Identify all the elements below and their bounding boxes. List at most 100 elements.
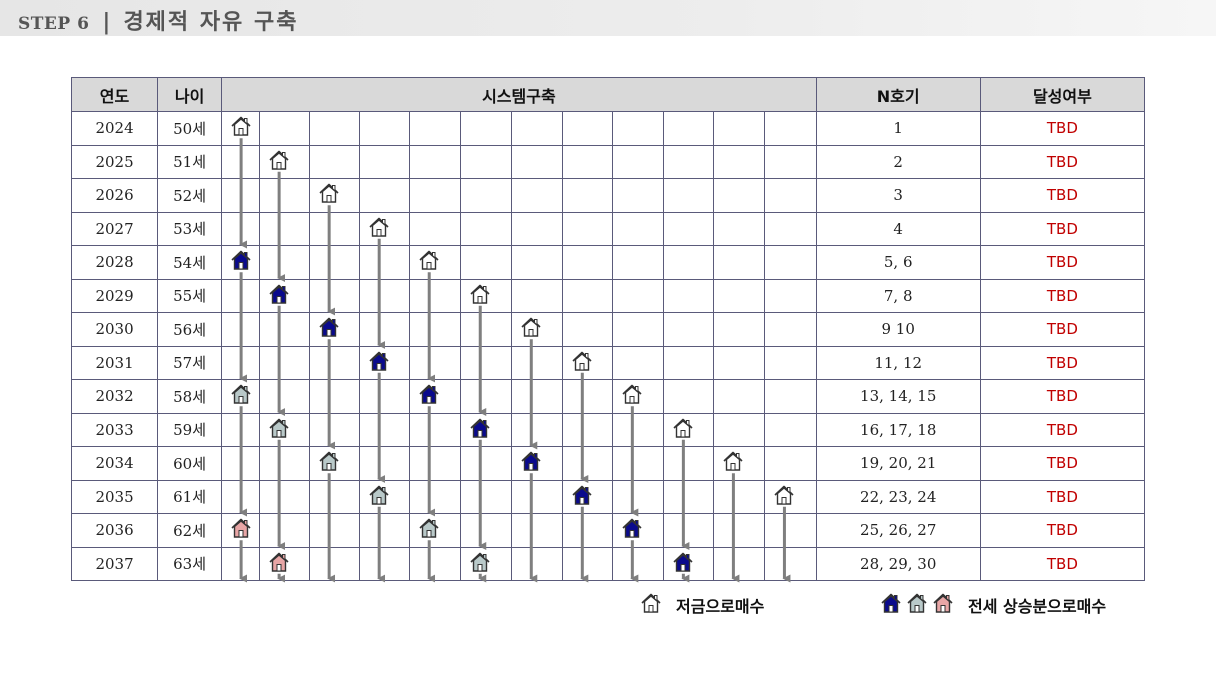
system-cell bbox=[359, 379, 411, 414]
system-cell bbox=[663, 412, 715, 447]
system-cell bbox=[221, 546, 261, 581]
status-cell: TBD bbox=[979, 479, 1146, 514]
year-cell: 2025 bbox=[70, 144, 159, 179]
system-cell bbox=[460, 245, 513, 280]
year-cell: 2030 bbox=[70, 312, 159, 347]
system-cell bbox=[764, 446, 817, 481]
system-cell bbox=[309, 312, 361, 347]
unit-number-cell: 13, 14, 15 bbox=[815, 379, 981, 414]
system-cell bbox=[764, 412, 817, 447]
title-separator: | bbox=[102, 9, 111, 35]
house-blue-icon bbox=[520, 451, 542, 476]
system-cell bbox=[221, 178, 261, 213]
status-cell: TBD bbox=[979, 345, 1146, 380]
age-cell: 59세 bbox=[157, 412, 223, 447]
status-cell: TBD bbox=[979, 312, 1146, 347]
house-outline-icon bbox=[418, 250, 440, 275]
system-cell bbox=[309, 379, 361, 414]
system-cell bbox=[713, 278, 766, 313]
table-row: 2029 55세 7, 8 TBD bbox=[70, 278, 1146, 313]
system-cell bbox=[764, 312, 817, 347]
system-cell bbox=[511, 546, 564, 581]
legend-savings-label: 저금으로매수 bbox=[676, 597, 765, 616]
system-cell bbox=[713, 111, 766, 146]
year-cell: 2026 bbox=[70, 178, 159, 213]
economic-freedom-table: 연도 나이 시스템구축 N호기 달성여부 2024 50세 1 TBD 2025 51세 2… bbox=[70, 77, 1146, 581]
system-cell bbox=[612, 245, 665, 280]
system-cell bbox=[511, 379, 564, 414]
system-cell bbox=[221, 144, 261, 179]
system-cell bbox=[259, 379, 311, 414]
year-cell: 2034 bbox=[70, 446, 159, 481]
system-cell bbox=[409, 211, 462, 246]
system-cell bbox=[460, 446, 513, 481]
table-row: 2031 57세 11, 12 TBD bbox=[70, 345, 1146, 380]
house-blue-icon bbox=[318, 317, 340, 342]
age-cell: 62세 bbox=[157, 513, 223, 548]
system-cell bbox=[511, 144, 564, 179]
system-cell bbox=[409, 412, 462, 447]
unit-number-cell: 19, 20, 21 bbox=[815, 446, 981, 481]
system-cell bbox=[511, 412, 564, 447]
system-cell bbox=[511, 245, 564, 280]
system-cell bbox=[713, 211, 766, 246]
unit-number-cell: 9 10 bbox=[815, 312, 981, 347]
header-age: 나이 bbox=[157, 77, 223, 112]
legend-savings: 저금으로매수 bbox=[640, 592, 764, 618]
age-cell: 61세 bbox=[157, 479, 223, 514]
system-cell bbox=[460, 178, 513, 213]
year-cell: 2037 bbox=[70, 546, 159, 581]
age-cell: 63세 bbox=[157, 546, 223, 581]
system-cell bbox=[309, 412, 361, 447]
house-blue-icon bbox=[621, 518, 643, 543]
house-outline-icon bbox=[469, 284, 491, 309]
age-cell: 58세 bbox=[157, 379, 223, 414]
system-cell bbox=[612, 178, 665, 213]
system-cell bbox=[562, 412, 614, 447]
house-outline-icon bbox=[318, 183, 340, 208]
system-cell bbox=[359, 144, 411, 179]
unit-number-cell: 22, 23, 24 bbox=[815, 479, 981, 514]
system-cell bbox=[511, 111, 564, 146]
house-outline-icon bbox=[230, 116, 252, 141]
house-blue-icon bbox=[268, 284, 290, 309]
house-blue-icon bbox=[672, 552, 694, 577]
house-outline-icon bbox=[672, 418, 694, 443]
system-cell bbox=[221, 345, 261, 380]
age-cell: 54세 bbox=[157, 245, 223, 280]
system-cell bbox=[511, 446, 564, 481]
table-row: 2037 63세 28, 29, 30 TBD bbox=[70, 546, 1146, 581]
system-cell bbox=[663, 312, 715, 347]
table-row: 2028 54세 5, 6 TBD bbox=[70, 245, 1146, 280]
system-cell bbox=[764, 278, 817, 313]
system-cell bbox=[259, 345, 311, 380]
year-cell: 2024 bbox=[70, 111, 159, 146]
system-cell bbox=[713, 479, 766, 514]
system-cell bbox=[663, 513, 715, 548]
system-cell bbox=[562, 446, 614, 481]
system-cell bbox=[359, 278, 411, 313]
table-row: 2032 58세 13, 14, 15 TBD bbox=[70, 379, 1146, 414]
system-cell bbox=[460, 513, 513, 548]
house-blue-icon bbox=[230, 250, 252, 275]
system-cell bbox=[612, 111, 665, 146]
system-cell bbox=[221, 111, 261, 146]
system-cell bbox=[409, 111, 462, 146]
system-cell bbox=[309, 345, 361, 380]
house-gray-icon bbox=[268, 418, 290, 443]
unit-number-cell: 16, 17, 18 bbox=[815, 412, 981, 447]
house-pink-icon bbox=[932, 592, 958, 618]
legend-jeonse-label: 전세 상승분으로매수 bbox=[968, 597, 1107, 616]
system-cell bbox=[309, 211, 361, 246]
age-cell: 50세 bbox=[157, 111, 223, 146]
house-outline-icon bbox=[520, 317, 542, 342]
system-cell bbox=[221, 446, 261, 481]
system-cell bbox=[309, 479, 361, 514]
system-cell bbox=[764, 513, 817, 548]
system-cell bbox=[713, 312, 766, 347]
system-cell bbox=[309, 513, 361, 548]
house-blue-icon bbox=[571, 485, 593, 510]
system-cell bbox=[764, 111, 817, 146]
system-cell bbox=[359, 211, 411, 246]
system-cell bbox=[309, 278, 361, 313]
